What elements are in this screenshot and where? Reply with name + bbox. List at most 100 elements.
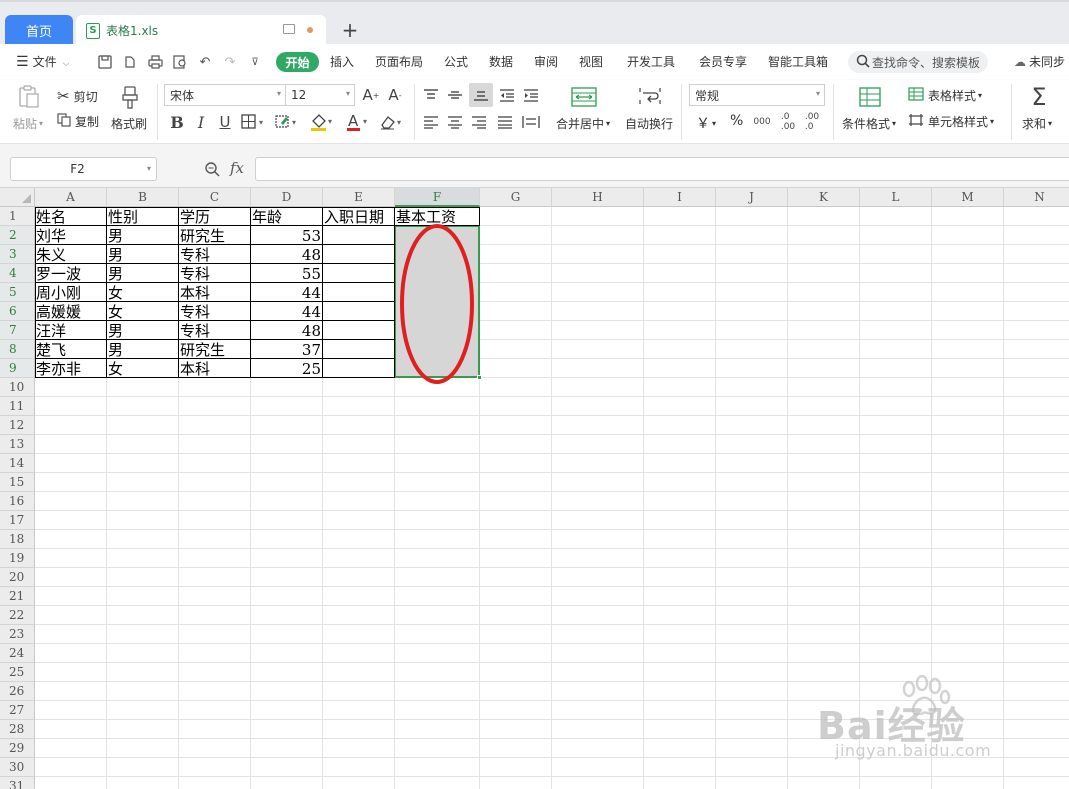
- thousands-separator-icon[interactable]: 000: [752, 112, 772, 132]
- column-header-e[interactable]: E: [323, 188, 395, 207]
- column-header-f[interactable]: F: [395, 188, 480, 207]
- column-header-l[interactable]: L: [860, 188, 932, 207]
- table-cell[interactable]: 研究生: [179, 226, 251, 245]
- row-header-21[interactable]: 21: [0, 587, 35, 606]
- menu-tab-formulas[interactable]: 公式: [444, 52, 468, 72]
- monitor-icon[interactable]: [283, 24, 295, 34]
- file-menu[interactable]: ☰ 文件 ⌵: [16, 52, 69, 74]
- menu-tab-member[interactable]: 会员专享: [699, 52, 747, 72]
- row-header-19[interactable]: 19: [0, 549, 35, 568]
- font-color-icon[interactable]: A ▾: [344, 112, 372, 132]
- table-cell[interactable]: 44: [251, 283, 323, 302]
- table-cell[interactable]: 专科: [179, 245, 251, 264]
- row-header-8[interactable]: 8: [0, 340, 35, 359]
- row-header-6[interactable]: 6: [0, 302, 35, 321]
- copy-button[interactable]: 复制: [57, 113, 99, 130]
- table-cell[interactable]: 朱义: [35, 245, 107, 264]
- redo-icon[interactable]: ↷: [222, 54, 238, 70]
- column-header-c[interactable]: C: [179, 188, 251, 207]
- table-cell[interactable]: 55: [251, 264, 323, 283]
- row-header-23[interactable]: 23: [0, 625, 35, 644]
- table-cell[interactable]: 48: [251, 245, 323, 264]
- align-left-icon[interactable]: [421, 113, 441, 131]
- decrease-font-icon[interactable]: A-: [386, 86, 404, 104]
- row-header-30[interactable]: 30: [0, 758, 35, 777]
- row-header-31[interactable]: 31: [0, 777, 35, 789]
- font-size-select[interactable]: 12 ▾: [285, 84, 355, 106]
- new-tab-button[interactable]: +: [340, 18, 360, 42]
- row-header-22[interactable]: 22: [0, 606, 35, 625]
- column-header-h[interactable]: H: [552, 188, 644, 207]
- table-header-cell[interactable]: 性别: [107, 207, 179, 226]
- merge-center-button[interactable]: 合并居中 ▾: [556, 115, 610, 132]
- row-header-5[interactable]: 5: [0, 283, 35, 302]
- column-header-j[interactable]: J: [716, 188, 788, 207]
- table-cell[interactable]: 高媛媛: [35, 302, 107, 321]
- column-header-b[interactable]: B: [107, 188, 179, 207]
- row-header-28[interactable]: 28: [0, 720, 35, 739]
- underline-icon[interactable]: U: [216, 112, 234, 132]
- row-header-15[interactable]: 15: [0, 473, 35, 492]
- table-cell[interactable]: 罗一波: [35, 264, 107, 283]
- table-cell[interactable]: 楚飞: [35, 340, 107, 359]
- border-icon[interactable]: ▾: [240, 112, 268, 132]
- column-header-g[interactable]: G: [480, 188, 552, 207]
- align-center-icon[interactable]: [445, 113, 465, 131]
- align-right-icon[interactable]: [469, 113, 489, 131]
- row-header-3[interactable]: 3: [0, 245, 35, 264]
- sync-status[interactable]: ☁ 未同步: [1014, 52, 1065, 72]
- conditional-format-button[interactable]: 条件格式 ▾: [842, 115, 896, 132]
- fill-handle[interactable]: [477, 375, 482, 380]
- conditional-format-icon[interactable]: [858, 86, 882, 108]
- table-cell[interactable]: 本科: [179, 283, 251, 302]
- quick-access-dropdown-icon[interactable]: ⊽: [247, 54, 263, 70]
- distributed-align-icon[interactable]: [520, 113, 542, 131]
- row-header-16[interactable]: 16: [0, 492, 35, 511]
- table-cell[interactable]: 汪洋: [35, 321, 107, 340]
- row-header-7[interactable]: 7: [0, 321, 35, 340]
- table-cell[interactable]: 男: [107, 340, 179, 359]
- row-header-1[interactable]: 1: [0, 207, 35, 226]
- table-cell[interactable]: 周小刚: [35, 283, 107, 302]
- table-cell[interactable]: 44: [251, 302, 323, 321]
- menu-tab-start[interactable]: 开始: [276, 52, 319, 72]
- column-header-k[interactable]: K: [788, 188, 860, 207]
- table-cell[interactable]: 37: [251, 340, 323, 359]
- menu-tab-data[interactable]: 数据: [489, 52, 513, 72]
- row-header-4[interactable]: 4: [0, 264, 35, 283]
- percent-button[interactable]: %: [730, 113, 743, 129]
- export-icon[interactable]: [122, 54, 138, 70]
- column-header-i[interactable]: I: [644, 188, 716, 207]
- row-header-10[interactable]: 10: [0, 378, 35, 397]
- bold-icon[interactable]: B: [168, 112, 186, 132]
- name-box[interactable]: F2 ▾: [10, 157, 157, 181]
- column-header-a[interactable]: A: [35, 188, 107, 207]
- cut-button[interactable]: ✂ 剪切: [57, 87, 98, 105]
- sum-button[interactable]: 求和 ▾: [1022, 115, 1052, 132]
- fill-color-icon[interactable]: ▾: [309, 112, 337, 132]
- paste-button[interactable]: 粘贴 ▾: [13, 115, 43, 132]
- align-top-icon[interactable]: [421, 86, 441, 104]
- column-header-n[interactable]: N: [1004, 188, 1069, 207]
- column-header-m[interactable]: M: [932, 188, 1004, 207]
- table-cell[interactable]: 女: [107, 283, 179, 302]
- table-header-cell[interactable]: 基本工资: [395, 207, 480, 226]
- formula-input[interactable]: [255, 157, 1069, 181]
- align-middle-icon[interactable]: [445, 86, 465, 104]
- table-cell[interactable]: 25: [251, 359, 323, 378]
- sum-icon[interactable]: Σ: [1026, 83, 1052, 111]
- menu-tab-review[interactable]: 审阅: [534, 52, 558, 72]
- table-cell[interactable]: 男: [107, 226, 179, 245]
- table-cell[interactable]: 53: [251, 226, 323, 245]
- merge-center-icon[interactable]: [570, 85, 598, 109]
- clear-format-icon[interactable]: ▾: [378, 112, 406, 132]
- font-name-select[interactable]: 宋体 ▾: [164, 84, 286, 106]
- table-cell[interactable]: 女: [107, 359, 179, 378]
- table-header-cell[interactable]: 入职日期: [323, 207, 395, 226]
- table-cell[interactable]: 女: [107, 302, 179, 321]
- decrease-decimal-icon[interactable]: .00.0: [802, 112, 822, 132]
- column-header-d[interactable]: D: [251, 188, 323, 207]
- table-cell[interactable]: 男: [107, 321, 179, 340]
- menu-tab-smart-toolbox[interactable]: 智能工具箱: [768, 52, 828, 72]
- command-search[interactable]: 查找命令、搜索模板: [848, 51, 988, 73]
